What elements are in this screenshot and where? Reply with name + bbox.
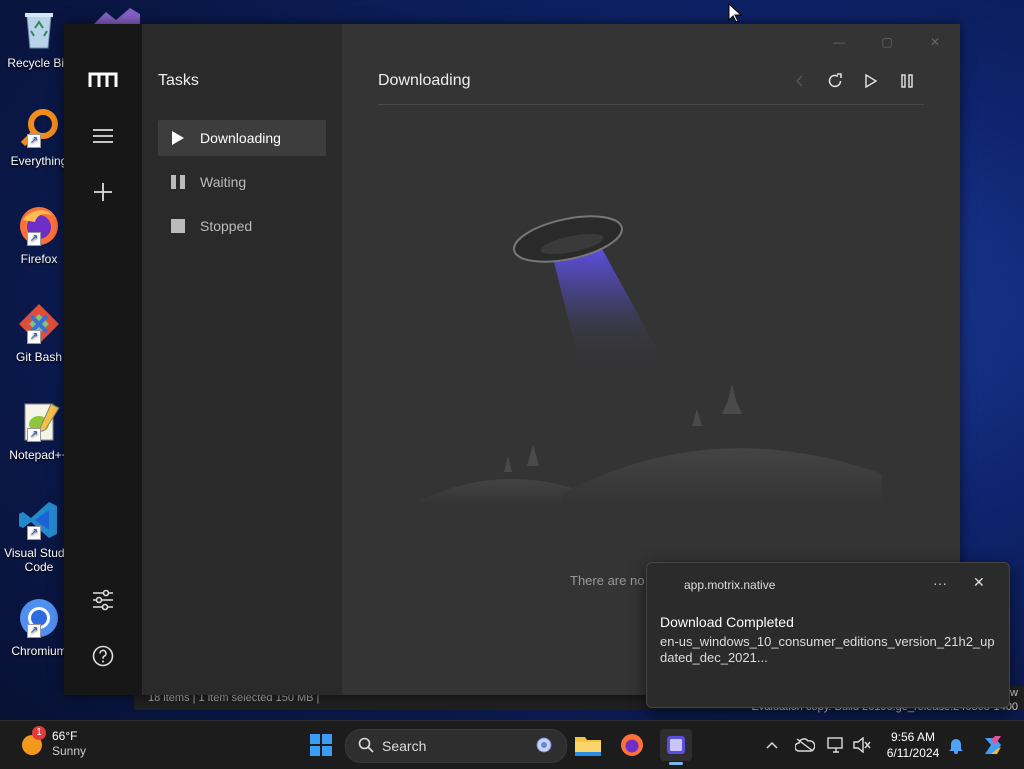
task-filter-label: Downloading bbox=[200, 130, 281, 146]
shortcut-arrow-icon: ↗ bbox=[27, 134, 41, 148]
toast-body: en-us_windows_10_consumer_editions_versi… bbox=[660, 634, 995, 665]
weather-temp: 66°F bbox=[52, 729, 78, 743]
search-highlight-icon bbox=[534, 735, 554, 758]
download-complete-toast[interactable]: app.motrix.native ··· ✕ Download Complet… bbox=[646, 562, 1010, 708]
pause-icon bbox=[170, 174, 186, 190]
tasks-panel-title: Tasks bbox=[158, 72, 199, 89]
refresh-icon[interactable] bbox=[824, 70, 846, 92]
notification-bell-icon[interactable] bbox=[946, 735, 966, 755]
everything-icon: ↗ bbox=[17, 106, 61, 150]
shortcut-arrow-icon: ↗ bbox=[27, 526, 41, 540]
empty-state-text: There are no bbox=[570, 573, 645, 588]
notepad-plus-plus-icon: ↗ bbox=[17, 400, 61, 444]
app-sidebar-rail bbox=[64, 24, 142, 695]
weather-badge: 1 bbox=[32, 726, 46, 740]
chevron-left-icon bbox=[788, 70, 810, 92]
firefox-icon: ↗ bbox=[17, 204, 61, 248]
windows-start-icon[interactable] bbox=[305, 729, 337, 761]
title-divider bbox=[378, 104, 924, 105]
task-filter-waiting[interactable]: Waiting bbox=[158, 164, 326, 200]
onedrive-offline-icon[interactable] bbox=[795, 735, 815, 755]
taskbar: 1 66°F Sunny Search 9:56 AM 6/11/2024 bbox=[0, 720, 1024, 769]
copilot-icon[interactable] bbox=[980, 735, 1006, 755]
task-filter-label: Stopped bbox=[200, 218, 253, 234]
motrix-logo-icon bbox=[83, 60, 123, 100]
close-window-button[interactable]: ✕ bbox=[920, 32, 950, 52]
maximize-button[interactable]: ▢ bbox=[872, 32, 902, 52]
search-placeholder: Search bbox=[382, 738, 427, 754]
weather-desc: Sunny bbox=[52, 744, 87, 758]
shortcut-arrow-icon: ↗ bbox=[27, 232, 41, 246]
shortcut-arrow-icon: ↗ bbox=[27, 330, 41, 344]
task-filter-downloading[interactable]: Downloading bbox=[158, 120, 326, 156]
pause-all-icon[interactable] bbox=[896, 70, 918, 92]
menu-icon[interactable] bbox=[83, 116, 123, 156]
search-icon bbox=[358, 737, 374, 756]
git-bash-icon: ↗ bbox=[17, 302, 61, 346]
recycle-bin-icon bbox=[17, 8, 61, 52]
volume-muted-icon[interactable] bbox=[852, 735, 872, 755]
vscode-icon: ↗ bbox=[17, 498, 61, 542]
add-task-icon[interactable] bbox=[83, 172, 123, 212]
firefox-taskbar-icon[interactable] bbox=[616, 729, 648, 761]
stop-icon bbox=[170, 218, 186, 234]
weather-widget[interactable]: 1 66°F Sunny bbox=[20, 726, 87, 759]
tasks-panel: Tasks Downloading Waiting Stopped bbox=[142, 24, 342, 695]
task-filter-label: Waiting bbox=[200, 174, 247, 190]
network-icon[interactable] bbox=[826, 735, 846, 755]
file-explorer-icon[interactable] bbox=[572, 729, 604, 761]
clock-date: 6/11/2024 bbox=[886, 746, 940, 760]
toast-title: Download Completed bbox=[660, 614, 794, 630]
chevron-up-icon[interactable] bbox=[762, 735, 782, 755]
chromium-icon: ↗ bbox=[17, 596, 61, 640]
taskbar-search[interactable]: Search bbox=[345, 729, 567, 763]
page-title: Downloading bbox=[378, 72, 471, 89]
toast-app-name: app.motrix.native bbox=[684, 578, 776, 592]
more-options-icon[interactable]: ··· bbox=[933, 575, 947, 591]
shortcut-arrow-icon: ↗ bbox=[27, 624, 41, 638]
mouse-cursor-icon bbox=[728, 2, 743, 28]
sun-icon: 1 bbox=[20, 726, 46, 756]
minimize-button[interactable]: — bbox=[824, 32, 854, 52]
close-icon[interactable]: ✕ bbox=[973, 574, 985, 591]
active-app-indicator bbox=[669, 762, 683, 765]
settings-sliders-icon[interactable] bbox=[83, 580, 123, 620]
task-filter-stopped[interactable]: Stopped bbox=[158, 208, 326, 244]
taskbar-clock[interactable]: 9:56 AM 6/11/2024 bbox=[878, 729, 948, 761]
motrix-taskbar-icon[interactable] bbox=[660, 729, 692, 765]
clock-time: 9:56 AM bbox=[890, 730, 936, 744]
help-icon[interactable] bbox=[83, 636, 123, 676]
shortcut-arrow-icon: ↗ bbox=[27, 428, 41, 442]
empty-state-ufo-illustration bbox=[412, 215, 882, 504]
play-icon bbox=[170, 130, 186, 146]
resume-all-icon[interactable] bbox=[860, 70, 882, 92]
